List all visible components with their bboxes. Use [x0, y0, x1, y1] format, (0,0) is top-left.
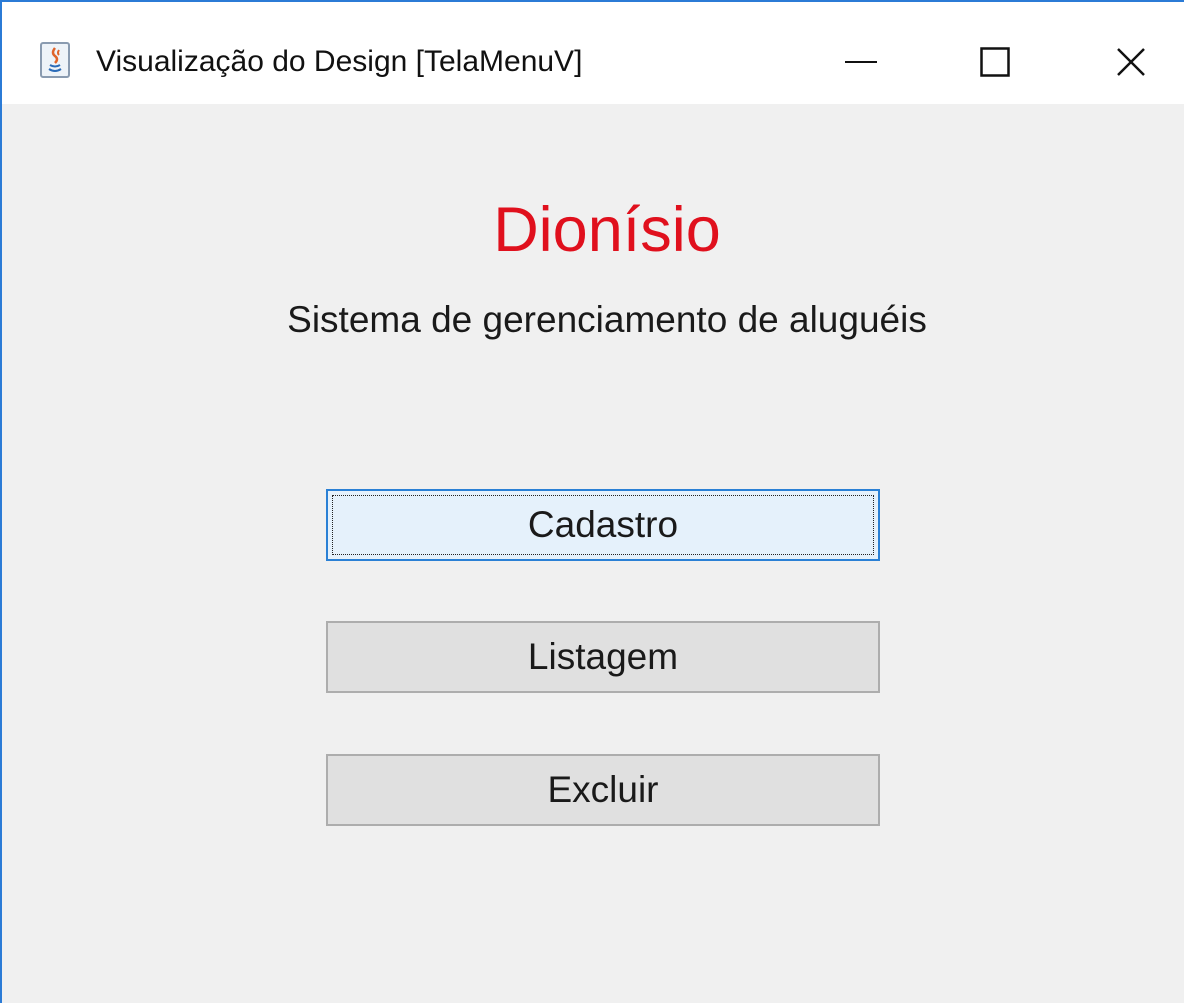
cadastro-button-label: Cadastro	[527, 504, 679, 545]
title-bar[interactable]: Visualização do Design [TelaMenuV]	[2, 2, 1184, 104]
listagem-button-label: Listagem	[527, 636, 679, 677]
listagem-button[interactable]: Listagem	[326, 621, 880, 693]
excluir-button[interactable]: Excluir	[326, 754, 880, 826]
close-button[interactable]	[1096, 30, 1166, 94]
maximize-button[interactable]	[960, 30, 1030, 94]
menu-panel: Dionísio Sistema de gerenciamento de alu…	[2, 104, 1184, 1003]
maximize-icon	[980, 47, 1010, 77]
app-subtitle: Sistema de gerenciamento de aluguéis	[287, 299, 927, 340]
app-name-heading: Dionísio	[493, 195, 721, 265]
excluir-button-label: Excluir	[547, 769, 659, 810]
java-icon	[40, 42, 70, 78]
window-title: Visualização do Design [TelaMenuV]	[96, 45, 583, 78]
minimize-icon	[845, 60, 877, 64]
close-icon	[1116, 47, 1146, 77]
cadastro-button[interactable]: Cadastro	[326, 489, 880, 561]
application-window: Visualização do Design [TelaMenuV] Dioní…	[0, 0, 1184, 1003]
minimize-button[interactable]	[826, 30, 896, 94]
